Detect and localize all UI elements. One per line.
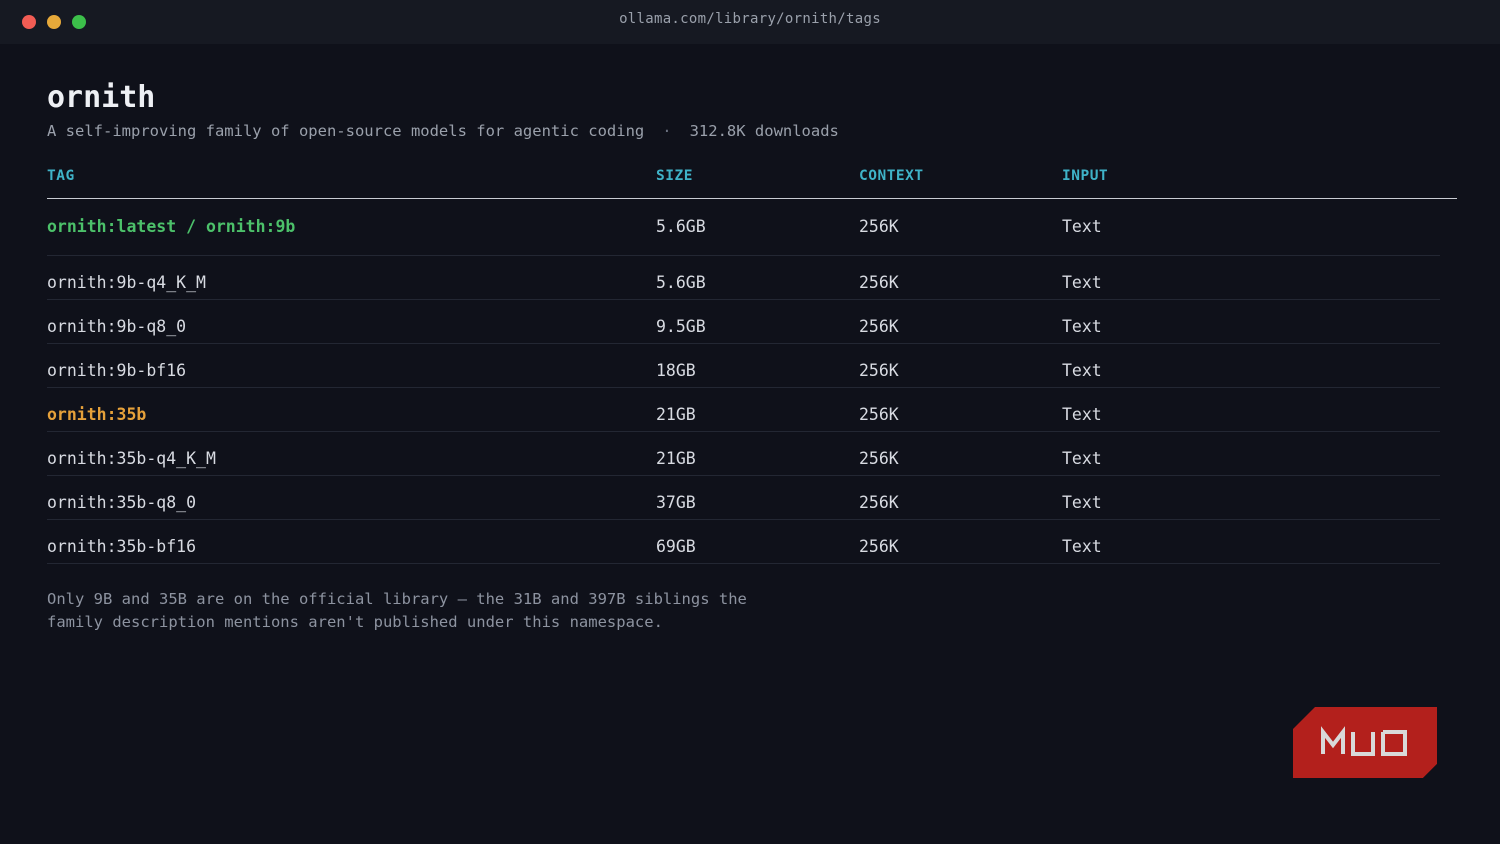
browser-window: ollama.com/library/ornith/tags ornith A … — [0, 0, 1500, 844]
tag-input: Text — [1062, 217, 1102, 236]
address-bar-url[interactable]: ollama.com/library/ornith/tags — [0, 11, 1500, 27]
table-body: ornith:latest / ornith:9b 5.6GB 256K Tex… — [47, 199, 1457, 564]
footnote-line: Only 9B and 35B are on the official libr… — [47, 590, 747, 608]
table-header: TAG SIZE CONTEXT INPUT — [47, 162, 1457, 199]
logo-badge-shape — [1293, 707, 1437, 778]
table-row[interactable]: ornith:35b-q4_K_M 21GB 256K Text — [47, 432, 1440, 476]
tag-size: 5.6GB — [656, 273, 706, 292]
tag-input: Text — [1062, 537, 1102, 556]
tag-size: 18GB — [656, 361, 696, 380]
tag-size: 37GB — [656, 493, 696, 512]
footnote-line: family description mentions aren't publi… — [47, 613, 663, 631]
table-row[interactable]: ornith:9b-q4_K_M 5.6GB 256K Text — [47, 256, 1440, 300]
tag-name[interactable]: ornith:35b — [47, 405, 146, 424]
tag-input: Text — [1062, 273, 1102, 292]
tag-name[interactable]: ornith:35b-q4_K_M — [47, 449, 216, 468]
tag-input: Text — [1062, 317, 1102, 336]
page-subtitle: A self-improving family of open-source m… — [47, 122, 839, 140]
tag-name[interactable]: ornith:9b-q4_K_M — [47, 273, 206, 292]
table-row[interactable]: ornith:9b-bf16 18GB 256K Text — [47, 344, 1440, 388]
column-header-context: CONTEXT — [859, 168, 924, 184]
page-title: ornith — [47, 80, 156, 115]
tag-input: Text — [1062, 405, 1102, 424]
column-header-tag: TAG — [47, 168, 75, 184]
tag-size: 21GB — [656, 449, 696, 468]
footnote: Only 9B and 35B are on the official libr… — [47, 588, 807, 634]
tag-context: 256K — [859, 317, 899, 336]
tag-input: Text — [1062, 493, 1102, 512]
tag-name[interactable]: ornith:35b-q8_0 — [47, 493, 196, 512]
tag-context: 256K — [859, 537, 899, 556]
tag-size: 69GB — [656, 537, 696, 556]
tag-name[interactable]: ornith:35b-bf16 — [47, 537, 196, 556]
tag-input: Text — [1062, 361, 1102, 380]
muo-logo — [1293, 707, 1437, 778]
tag-context: 256K — [859, 217, 899, 236]
table-row[interactable]: ornith:latest / ornith:9b 5.6GB 256K Tex… — [47, 199, 1440, 256]
tag-context: 256K — [859, 361, 899, 380]
download-count: 312.8K downloads — [689, 122, 839, 140]
subtitle-separator: · — [662, 122, 672, 140]
column-header-size: SIZE — [656, 168, 693, 184]
tag-context: 256K — [859, 273, 899, 292]
tag-context: 256K — [859, 405, 899, 424]
title-bar: ollama.com/library/ornith/tags — [0, 0, 1500, 44]
table-row[interactable]: ornith:35b-bf16 69GB 256K Text — [47, 520, 1440, 564]
tag-context: 256K — [859, 449, 899, 468]
table-row[interactable]: ornith:35b 21GB 256K Text — [47, 388, 1440, 432]
tag-context: 256K — [859, 493, 899, 512]
tag-size: 21GB — [656, 405, 696, 424]
tag-name[interactable]: ornith:9b-bf16 — [47, 361, 186, 380]
tags-table: TAG SIZE CONTEXT INPUT ornith:latest / o… — [47, 162, 1457, 564]
column-header-input: INPUT — [1062, 168, 1109, 184]
tag-size: 9.5GB — [656, 317, 706, 336]
model-description: A self-improving family of open-source m… — [47, 122, 645, 140]
tag-name[interactable]: ornith:latest / ornith:9b — [47, 217, 295, 236]
tag-name[interactable]: ornith:9b-q8_0 — [47, 317, 186, 336]
tag-size: 5.6GB — [656, 217, 706, 236]
tag-input: Text — [1062, 449, 1102, 468]
table-row[interactable]: ornith:9b-q8_0 9.5GB 256K Text — [47, 300, 1440, 344]
table-row[interactable]: ornith:35b-q8_0 37GB 256K Text — [47, 476, 1440, 520]
